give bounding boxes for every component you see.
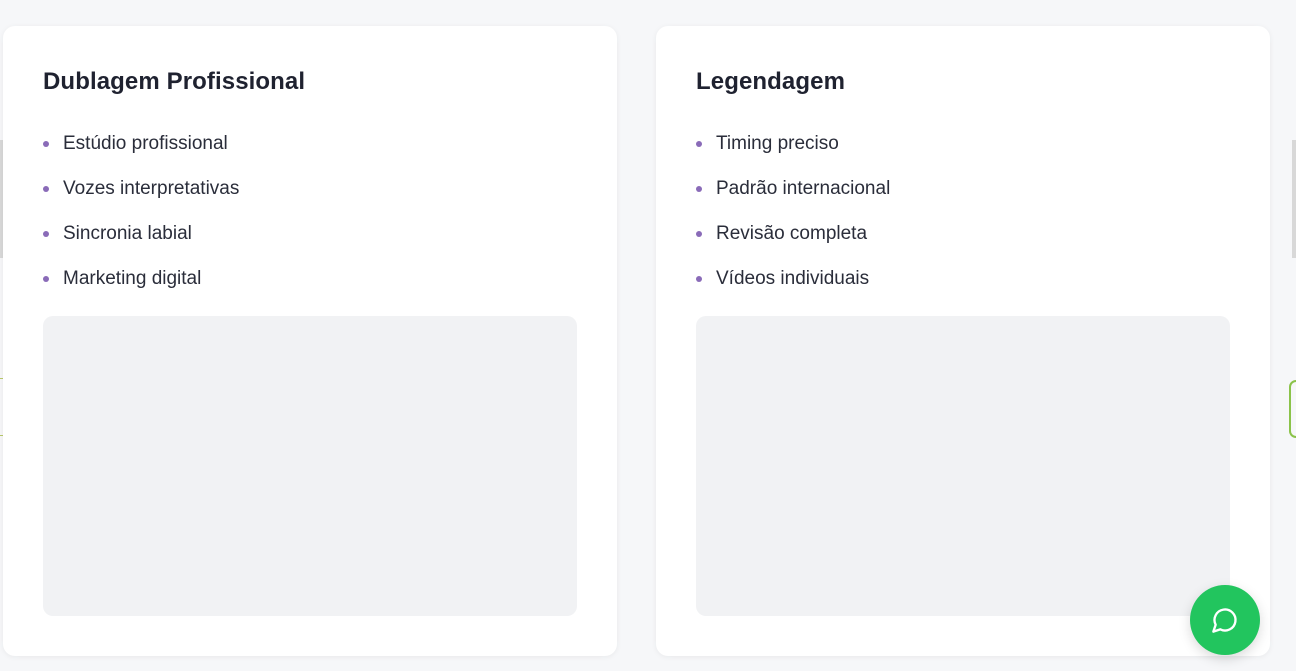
background-edge-right [1292, 140, 1296, 258]
bullet-icon [696, 185, 702, 192]
bullet-icon [43, 275, 49, 282]
media-placeholder [43, 316, 577, 616]
feature-item: Revisão completa [696, 211, 890, 256]
feature-item: Marketing digital [43, 256, 239, 301]
bullet-icon [696, 230, 702, 237]
feature-label: Vídeos individuais [716, 267, 870, 289]
media-placeholder [696, 316, 1230, 616]
chat-button[interactable] [1190, 585, 1260, 655]
feature-label: Revisão completa [716, 222, 868, 244]
card-title: Dublagem Profissional [43, 68, 306, 95]
chat-bubble-icon [1212, 608, 1237, 633]
feature-label: Marketing digital [63, 267, 202, 289]
feature-item: Sincronia labial [43, 211, 239, 256]
feature-list: Estúdio profissional Vozes interpretativ… [43, 121, 239, 301]
feature-item: Timing preciso [696, 121, 890, 166]
bullet-icon [696, 275, 702, 282]
card-title: Legendagem [696, 68, 846, 95]
bullet-icon [43, 185, 49, 192]
bullet-icon [43, 230, 49, 237]
page: Dublagem Profissional Estúdio profission… [0, 0, 1296, 671]
feature-item: Vídeos individuais [696, 256, 890, 301]
feature-label: Padrão internacional [716, 177, 891, 199]
feature-label: Timing preciso [716, 132, 839, 154]
feature-label: Sincronia labial [63, 222, 192, 244]
feature-item: Vozes interpretativas [43, 166, 239, 211]
bullet-icon [696, 140, 702, 147]
service-card-dubbing: Dublagem Profissional Estúdio profission… [3, 26, 617, 656]
feature-item: Estúdio profissional [43, 121, 239, 166]
bullet-icon [43, 140, 49, 147]
service-card-subtitling: Legendagem Timing preciso Padrão interna… [656, 26, 1270, 656]
feature-label: Estúdio profissional [63, 132, 228, 154]
feature-item: Padrão internacional [696, 166, 890, 211]
feature-list: Timing preciso Padrão internacional Revi… [696, 121, 890, 301]
feature-label: Vozes interpretativas [63, 177, 240, 199]
background-edge-right-outline [1289, 380, 1296, 438]
